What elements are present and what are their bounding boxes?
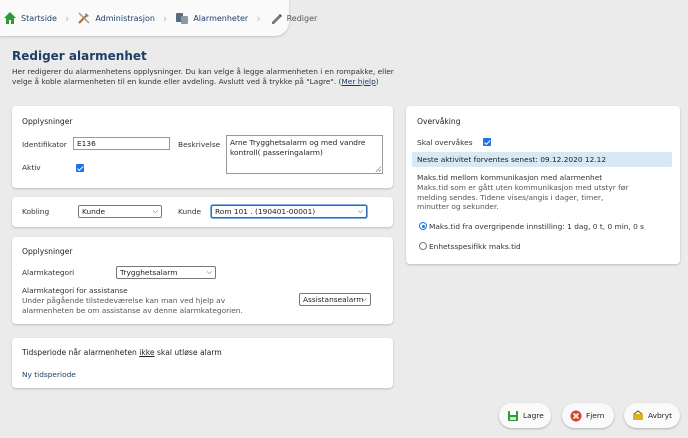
cancel-label: Avbryt [648, 411, 672, 420]
monitor-checkbox[interactable] [483, 138, 491, 146]
chevron-right-icon: › [256, 11, 261, 25]
chevron-right-icon: › [162, 11, 168, 25]
category-label: Alarmkategori [22, 268, 75, 277]
page-title: Rediger alarmenhet [12, 49, 147, 63]
description-textarea[interactable]: Arne Trygghetsalarm og med vandre kontro… [226, 135, 383, 174]
devices-icon [175, 11, 189, 25]
cancel-icon [632, 409, 644, 422]
inherit-radio[interactable] [419, 222, 427, 230]
save-label: Lagre [523, 411, 544, 420]
assist-description: Under pågående tilstedeværelse kan man v… [22, 296, 243, 315]
specific-radio[interactable] [419, 242, 427, 250]
kobling-select[interactable]: Kunde ⌵ [78, 205, 162, 218]
kunde-value: Rom 101 . (190401-00001) [215, 207, 316, 216]
panel-title: Opplysninger [22, 247, 73, 256]
home-icon [3, 11, 17, 25]
description-label: Beskrivelse [178, 140, 221, 149]
assist-value: Assistansealarm [303, 295, 364, 304]
description-value: Arne Trygghetsalarm og med vandre kontro… [230, 138, 366, 157]
identifier-label: Identifikator [22, 140, 67, 149]
breadcrumb-label: Startside [21, 13, 57, 23]
max-time-description: Maks.tid som er gått uten kommunikasjon … [417, 183, 629, 211]
panel-title: Opplysninger [22, 117, 73, 126]
new-period-link[interactable]: Ny tidsperiode [22, 370, 76, 379]
link-panel: Kobling Kunde ⌵ Kunde Rom 101 . (190401-… [12, 197, 393, 227]
breadcrumb-administrasjon[interactable]: Administrasjon [77, 11, 155, 25]
chevron-down-icon: ⌵ [206, 268, 212, 276]
identifier-input[interactable]: E136 [73, 137, 170, 150]
kobling-label: Kobling [22, 207, 50, 216]
chevron-down-icon: ⌵ [361, 295, 367, 303]
info-panel: Opplysninger Identifikator E136 Beskrive… [12, 106, 393, 188]
assist-title: Alarmkategori for assistanse [22, 286, 128, 295]
kunde-label: Kunde [178, 207, 202, 216]
period-title-pre: Tidsperiode når alarmenheten [22, 348, 137, 357]
resize-grip-icon[interactable] [375, 166, 381, 172]
remove-button[interactable]: Fjern [562, 403, 614, 428]
active-label: Aktiv [22, 163, 41, 172]
category-panel: Opplysninger Alarmkategori Trygghetsalar… [12, 237, 393, 324]
save-icon [507, 410, 519, 422]
period-title-post: skal utløse alarm [156, 348, 222, 357]
chevron-down-icon: ⌵ [152, 207, 158, 215]
breadcrumb-label: Administrasjon [95, 13, 155, 23]
breadcrumb-label: Alarmenheter [193, 13, 249, 23]
help-link[interactable]: Mer hjelp [341, 77, 375, 86]
inherit-radio-label: Maks.tid fra overgripende innstilling: 1… [429, 222, 645, 231]
save-button[interactable]: Lagre [499, 403, 551, 428]
panel-title: Overvåking [417, 117, 461, 126]
monitor-label: Skal overvåkes [417, 138, 473, 147]
remove-icon [570, 410, 582, 422]
period-title: Tidsperiode når alarmenheten ikke skal u… [22, 348, 222, 357]
category-select[interactable]: Trygghetsalarm ⌵ [116, 266, 216, 279]
kobling-value: Kunde [82, 207, 106, 216]
next-activity-strip: Neste aktivitet forventes senest: 09.12.… [412, 152, 672, 167]
active-checkbox[interactable] [76, 164, 84, 172]
monitor-panel: Overvåking Skal overvåkes Neste aktivite… [406, 106, 680, 264]
breadcrumb-startside[interactable]: Startside [3, 11, 57, 25]
breadcrumb: Startside › Administrasjon › Alarmenhete… [0, 0, 317, 36]
breadcrumb-rediger: Rediger [269, 11, 318, 25]
max-time-title: Maks.tid mellom kommunikasjon med alarme… [417, 173, 603, 182]
cancel-button[interactable]: Avbryt [624, 403, 680, 428]
specific-radio-label: Enhetsspesifikk maks.tid [429, 242, 521, 251]
period-panel: Tidsperiode når alarmenheten ikke skal u… [12, 338, 393, 388]
chevron-down-icon: ⌵ [357, 207, 363, 215]
intro-text: Her redigerer du alarmenhetens opplysnin… [12, 67, 394, 86]
page-intro: Her redigerer du alarmenhetens opplysnin… [12, 67, 394, 86]
breadcrumb-label: Rediger [286, 13, 318, 23]
breadcrumb-alarmenheter[interactable]: Alarmenheter [175, 11, 248, 25]
edit-icon [269, 11, 283, 25]
period-title-emphasis: ikke [139, 348, 155, 357]
chevron-right-icon: › [64, 11, 70, 25]
kunde-select[interactable]: Rom 101 . (190401-00001) ⌵ [211, 205, 367, 218]
remove-label: Fjern [586, 411, 605, 420]
category-value: Trygghetsalarm [120, 268, 178, 277]
tools-icon [77, 11, 91, 25]
assist-select[interactable]: Assistansealarm ⌵ [299, 293, 371, 306]
